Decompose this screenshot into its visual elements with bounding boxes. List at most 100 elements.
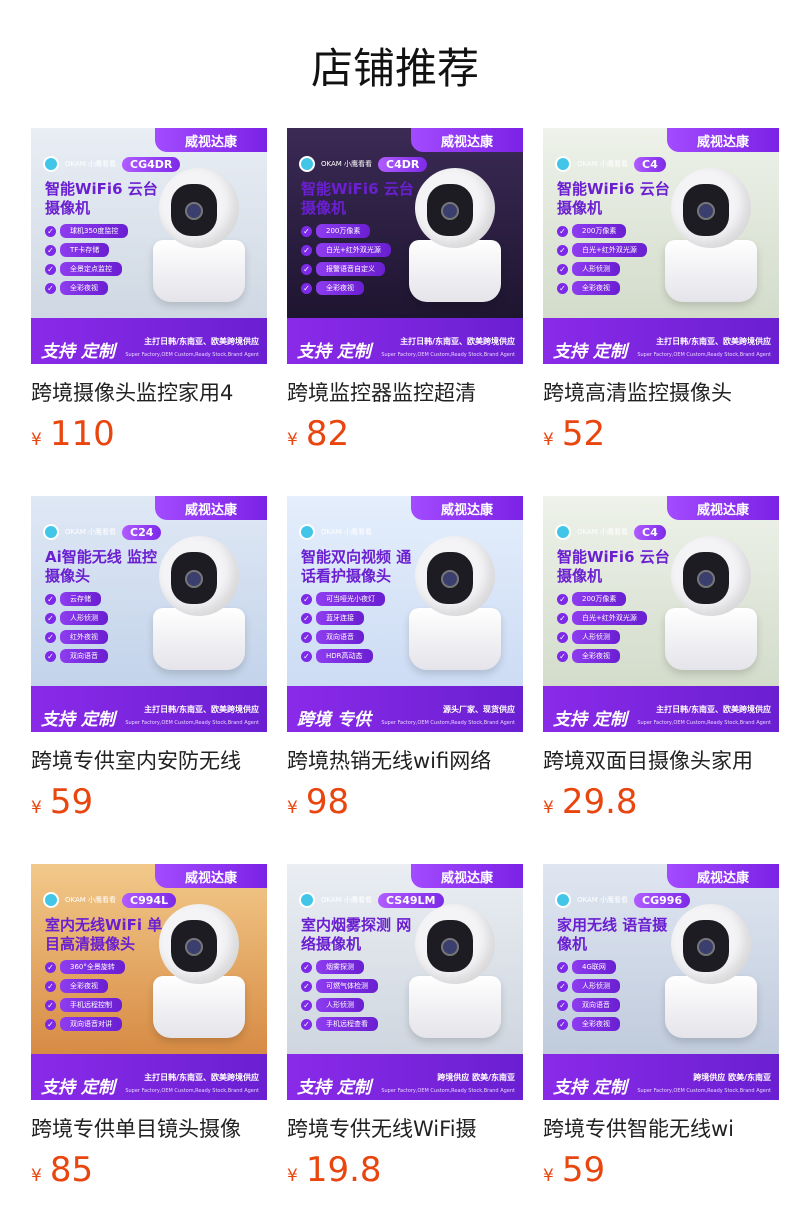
check-icon: ✓ bbox=[45, 263, 56, 275]
camera-illustration bbox=[405, 904, 505, 1044]
promo-sub-text: Super Factory,OEM Custom,Ready Stock,Bra… bbox=[125, 352, 259, 358]
brand-badge: 威视达康 bbox=[155, 128, 267, 152]
product-price: ¥ 82 bbox=[287, 414, 523, 454]
promo-main-text: 源头厂家、现货供应 bbox=[443, 705, 515, 714]
product-image[interactable]: 威视达康 OKAM 小鹰看看 C4DR 智能WiFi6 云台摄像机 ✓ 200万… bbox=[287, 128, 523, 364]
feature-label: 烟雾探测 bbox=[316, 960, 364, 974]
feature-list: ✓ 4G联网 ✓ 人形侦测 ✓ 双向语音 ✓ 全彩夜视 bbox=[557, 960, 620, 1031]
camera-illustration bbox=[149, 904, 249, 1044]
feature-item: ✓ 全彩夜视 bbox=[557, 649, 647, 663]
promo-bar: 支持 定制 跨境供应 欧美/东南亚 Super Factory,OEM Cust… bbox=[287, 1054, 523, 1100]
brand-logo-icon bbox=[43, 892, 59, 908]
feature-item: ✓ 可当哑光小夜灯 bbox=[301, 592, 385, 606]
feature-item: ✓ 4G联网 bbox=[557, 960, 620, 974]
brand-logo-icon bbox=[43, 524, 59, 540]
product-card[interactable]: 威视达康 OKAM 小鹰看看 CG996 家用无线 语音摄像机 ✓ 4G联网 ✓… bbox=[543, 864, 779, 1190]
check-icon: ✓ bbox=[301, 961, 312, 973]
promo-sub-text: Super Factory,OEM Custom,Ready Stock,Bra… bbox=[637, 352, 771, 358]
product-headline: 智能WiFi6 云台摄像机 bbox=[301, 180, 414, 217]
product-image[interactable]: 威视达康 OKAM 小鹰看看 CG4DR 智能WiFi6 云台摄像机 ✓ 球机3… bbox=[31, 128, 267, 364]
feature-label: 报警语音自定义 bbox=[316, 262, 385, 276]
feature-label: 白光+红外双光源 bbox=[572, 611, 647, 625]
promo-sub-text: Super Factory,OEM Custom,Ready Stock,Bra… bbox=[381, 720, 515, 726]
feature-item: ✓ 白光+红外双光源 bbox=[301, 243, 391, 257]
product-title[interactable]: 跨境专供智能无线wi bbox=[543, 1114, 779, 1144]
feature-item: ✓ 报警语音自定义 bbox=[301, 262, 391, 276]
feature-label: 双向语音对讲 bbox=[60, 1017, 122, 1031]
feature-item: ✓ 人形侦测 bbox=[557, 630, 647, 644]
product-card[interactable]: 威视达康 OKAM 小鹰看看 C24 Ai智能无线 监控摄像头 ✓ 云存储 ✓ … bbox=[31, 496, 267, 822]
promo-sub-text: Super Factory,OEM Custom,Ready Stock,Bra… bbox=[125, 1088, 259, 1094]
check-icon: ✓ bbox=[557, 650, 568, 662]
camera-illustration bbox=[149, 168, 249, 308]
price-value: 29.8 bbox=[561, 782, 638, 822]
feature-item: ✓ 云存储 bbox=[45, 592, 108, 606]
camera-illustration bbox=[405, 536, 505, 676]
check-icon: ✓ bbox=[45, 980, 56, 992]
product-price: ¥ 98 bbox=[287, 782, 523, 822]
promo-sub-text: Super Factory,OEM Custom,Ready Stock,Bra… bbox=[125, 720, 259, 726]
currency-symbol: ¥ bbox=[31, 1166, 42, 1186]
product-card[interactable]: 威视达康 OKAM 小鹰看看 C994L 室内无线WiFi 单目高清摄像头 ✓ … bbox=[31, 864, 267, 1190]
product-card[interactable]: 威视达康 OKAM 小鹰看看 C4DR 智能WiFi6 云台摄像机 ✓ 200万… bbox=[287, 128, 523, 454]
product-title[interactable]: 跨境高清监控摄像头 bbox=[543, 378, 779, 408]
check-icon: ✓ bbox=[45, 631, 56, 643]
feature-item: ✓ 双向语音 bbox=[45, 649, 108, 663]
product-headline: 智能WiFi6 云台摄像机 bbox=[557, 548, 670, 585]
product-card[interactable]: 威视达康 OKAM 小鹰看看 C4 智能WiFi6 云台摄像机 ✓ 200万像素… bbox=[543, 496, 779, 822]
feature-item: ✓ 人形侦测 bbox=[557, 262, 647, 276]
feature-label: 手机远程查看 bbox=[316, 1017, 378, 1031]
feature-label: 全彩夜视 bbox=[60, 979, 108, 993]
product-title[interactable]: 跨境专供单目镜头摄像 bbox=[31, 1114, 267, 1144]
product-title[interactable]: 跨境专供室内安防无线 bbox=[31, 746, 267, 776]
feature-list: ✓ 200万像素 ✓ 白光+红外双光源 ✓ 报警语音自定义 ✓ 全彩夜视 bbox=[301, 224, 391, 295]
price-value: 19.8 bbox=[305, 1150, 382, 1190]
feature-item: ✓ 可燃气体检测 bbox=[301, 979, 378, 993]
brand-badge: 威视达康 bbox=[667, 864, 779, 888]
check-icon: ✓ bbox=[557, 999, 568, 1011]
product-image[interactable]: 威视达康 OKAM 小鹰看看 智能双向视频 通话看护摄像头 ✓ 可当哑光小夜灯 … bbox=[287, 496, 523, 732]
feature-item: ✓ 人形侦测 bbox=[45, 611, 108, 625]
product-image[interactable]: 威视达康 OKAM 小鹰看看 CG996 家用无线 语音摄像机 ✓ 4G联网 ✓… bbox=[543, 864, 779, 1100]
price-value: 110 bbox=[49, 414, 115, 454]
product-image[interactable]: 威视达康 OKAM 小鹰看看 CS49LM 室内烟雾探测 网络摄像机 ✓ 烟雾探… bbox=[287, 864, 523, 1100]
promo-bar: 跨境 专供 源头厂家、现货供应 Super Factory,OEM Custom… bbox=[287, 686, 523, 732]
custom-tag: 支持 定制 bbox=[297, 342, 371, 362]
price-value: 98 bbox=[305, 782, 350, 822]
check-icon: ✓ bbox=[301, 999, 312, 1011]
product-headline: 家用无线 语音摄像机 bbox=[557, 916, 668, 953]
product-title[interactable]: 跨境摄像头监控家用4 bbox=[31, 378, 267, 408]
price-value: 59 bbox=[561, 1150, 606, 1190]
check-icon: ✓ bbox=[301, 980, 312, 992]
feature-label: 全彩夜视 bbox=[572, 649, 620, 663]
feature-item: ✓ 全彩夜视 bbox=[45, 281, 128, 295]
product-card[interactable]: 威视达康 OKAM 小鹰看看 CS49LM 室内烟雾探测 网络摄像机 ✓ 烟雾探… bbox=[287, 864, 523, 1190]
promo-main-text: 主打日韩/东南亚、欧美跨境供应 bbox=[144, 1073, 259, 1082]
product-image[interactable]: 威视达康 OKAM 小鹰看看 C994L 室内无线WiFi 单目高清摄像头 ✓ … bbox=[31, 864, 267, 1100]
product-title[interactable]: 跨境专供无线WiFi摄 bbox=[287, 1114, 523, 1144]
product-image[interactable]: 威视达康 OKAM 小鹰看看 C4 智能WiFi6 云台摄像机 ✓ 200万像素… bbox=[543, 128, 779, 364]
brand-badge: 威视达康 bbox=[155, 864, 267, 888]
check-icon: ✓ bbox=[45, 1018, 56, 1030]
feature-item: ✓ 全彩夜视 bbox=[557, 281, 647, 295]
feature-label: 白光+红外双光源 bbox=[316, 243, 391, 257]
product-title[interactable]: 跨境双面目摄像头家用 bbox=[543, 746, 779, 776]
product-headline: 智能双向视频 通话看护摄像头 bbox=[301, 548, 412, 585]
product-image[interactable]: 威视达康 OKAM 小鹰看看 C4 智能WiFi6 云台摄像机 ✓ 200万像素… bbox=[543, 496, 779, 732]
product-title[interactable]: 跨境热销无线wifi网络 bbox=[287, 746, 523, 776]
promo-main-text: 主打日韩/东南亚、欧美跨境供应 bbox=[656, 337, 771, 346]
brand-logo-icon bbox=[555, 524, 571, 540]
product-title[interactable]: 跨境监控器监控超清 bbox=[287, 378, 523, 408]
brand-logo-icon bbox=[299, 156, 315, 172]
promo-main-text: 主打日韩/东南亚、欧美跨境供应 bbox=[144, 337, 259, 346]
currency-symbol: ¥ bbox=[543, 430, 554, 450]
feature-item: ✓ HDR高动态 bbox=[301, 649, 385, 663]
product-image[interactable]: 威视达康 OKAM 小鹰看看 C24 Ai智能无线 监控摄像头 ✓ 云存储 ✓ … bbox=[31, 496, 267, 732]
check-icon: ✓ bbox=[557, 961, 568, 973]
camera-illustration bbox=[661, 536, 761, 676]
product-card[interactable]: 威视达康 OKAM 小鹰看看 C4 智能WiFi6 云台摄像机 ✓ 200万像素… bbox=[543, 128, 779, 454]
product-card[interactable]: 威视达康 OKAM 小鹰看看 CG4DR 智能WiFi6 云台摄像机 ✓ 球机3… bbox=[31, 128, 267, 454]
product-card[interactable]: 威视达康 OKAM 小鹰看看 智能双向视频 通话看护摄像头 ✓ 可当哑光小夜灯 … bbox=[287, 496, 523, 822]
feature-label: 200万像素 bbox=[572, 224, 627, 238]
check-icon: ✓ bbox=[45, 650, 56, 662]
